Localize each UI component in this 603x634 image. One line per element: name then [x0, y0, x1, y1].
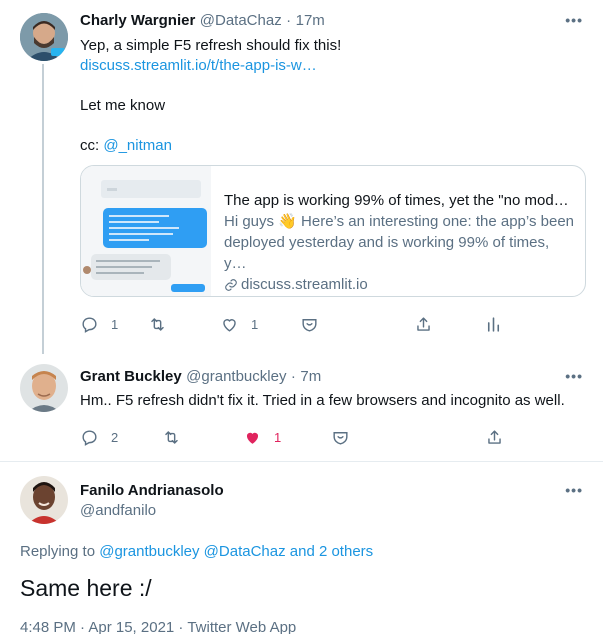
author-handle[interactable]: @DataChaz — [200, 12, 282, 29]
author-name[interactable]: Fanilo Andrianasolo — [80, 482, 224, 499]
retweet-button[interactable] — [148, 315, 167, 334]
tweet-text: Same here :/ — [20, 575, 152, 601]
share-icon — [417, 317, 430, 331]
reply-count: 1 — [111, 317, 119, 332]
link-preview-card[interactable]: The app is working 99% of times, yet the… — [80, 165, 586, 297]
retweet-icon — [165, 431, 178, 444]
timestamp[interactable]: 17m — [296, 12, 325, 29]
more-options-button[interactable]: ••• — [565, 482, 583, 498]
card-thumbnail — [81, 166, 211, 296]
author-name[interactable]: Charly Wargnier — [80, 12, 195, 29]
share-button[interactable] — [485, 428, 504, 447]
like-count: 1 — [251, 317, 259, 332]
more-options-button[interactable]: ••• — [565, 12, 583, 28]
timestamp[interactable]: 7m — [300, 368, 321, 385]
react-button[interactable] — [331, 428, 350, 447]
reply-button[interactable]: 2 — [80, 428, 118, 447]
tweet-fanilo[interactable]: Fanilo Andrianasolo @andfanilo ••• Reply… — [0, 462, 603, 634]
tweet-cc: cc: @_nitman — [80, 136, 172, 156]
action-bar: 2 1 — [80, 428, 580, 450]
heart-filled-icon — [246, 432, 259, 444]
author-handle[interactable]: @andfanilo — [80, 502, 156, 519]
cc-prefix: cc: — [80, 137, 104, 154]
author-handle[interactable]: @grantbuckley — [186, 368, 286, 385]
separator: · — [286, 12, 292, 29]
like-count: 1 — [274, 430, 282, 445]
avatar[interactable] — [20, 476, 68, 524]
reply-count: 2 — [111, 430, 119, 445]
share-button[interactable] — [414, 315, 433, 334]
like-button[interactable]: 1 — [243, 428, 281, 447]
retweet-button[interactable] — [162, 428, 181, 447]
tweet-header: Grant Buckley @grantbuckley · 7m — [80, 368, 321, 386]
replying-to: Replying to @grantbuckley @DataChaz and … — [20, 543, 373, 560]
thread-line — [42, 64, 44, 354]
avatar[interactable] — [20, 13, 68, 61]
tweet-meta[interactable]: 4:48 PM · Apr 15, 2021 · Twitter Web App — [20, 619, 296, 634]
replying-prefix: Replying to — [20, 543, 100, 560]
action-bar: 1 1 — [80, 315, 580, 337]
link-icon — [225, 278, 237, 291]
smile-shield-icon — [302, 319, 317, 332]
avatar[interactable] — [20, 364, 68, 412]
card-domain-text: discuss.streamlit.io — [241, 276, 368, 293]
smile-shield-icon — [333, 432, 348, 445]
tweet-text: Hm.. F5 refresh didn't fix it. Tried in … — [80, 392, 565, 409]
tweet-text-line2: Let me know — [80, 97, 166, 114]
react-button[interactable] — [300, 315, 319, 334]
reply-button[interactable]: 1 — [80, 315, 118, 334]
card-domain: discuss.streamlit.io — [224, 274, 574, 295]
tweet-grant[interactable]: Grant Buckley @grantbuckley · 7m ••• Hm.… — [0, 355, 603, 460]
card-description-line2: deployed yesterday and is working 99% of… — [224, 234, 550, 272]
tweet-link[interactable]: discuss.streamlit.io/t/the-app-is-w… — [80, 56, 317, 76]
card-title: The app is working 99% of times, yet the… — [224, 192, 574, 209]
card-text: The app is working 99% of times, yet the… — [224, 190, 574, 295]
reply-icon — [82, 430, 97, 446]
heart-icon — [223, 319, 236, 332]
reply-icon — [82, 317, 97, 333]
analytics-button[interactable] — [484, 315, 503, 334]
tweet-text-line1: Yep, a simple F5 refresh should fix this… — [80, 37, 342, 54]
more-options-button[interactable]: ••• — [565, 368, 583, 384]
analytics-icon — [487, 317, 500, 332]
author-name[interactable]: Grant Buckley — [80, 368, 182, 385]
tweet-header: Charly Wargnier @DataChaz · 17m — [80, 12, 325, 30]
replying-mentions[interactable]: @grantbuckley @DataChaz and 2 others — [99, 543, 373, 560]
cc-mention[interactable]: @_nitman — [103, 137, 172, 154]
share-icon — [488, 430, 501, 444]
card-description-line1: Hi guys 👋 Here’s an interesting one: the… — [224, 213, 575, 230]
separator: · — [290, 368, 296, 385]
retweet-icon — [151, 318, 164, 331]
tweet-charly[interactable]: Charly Wargnier @DataChaz · 17m ••• Yep,… — [0, 0, 603, 354]
like-button[interactable]: 1 — [220, 315, 258, 334]
